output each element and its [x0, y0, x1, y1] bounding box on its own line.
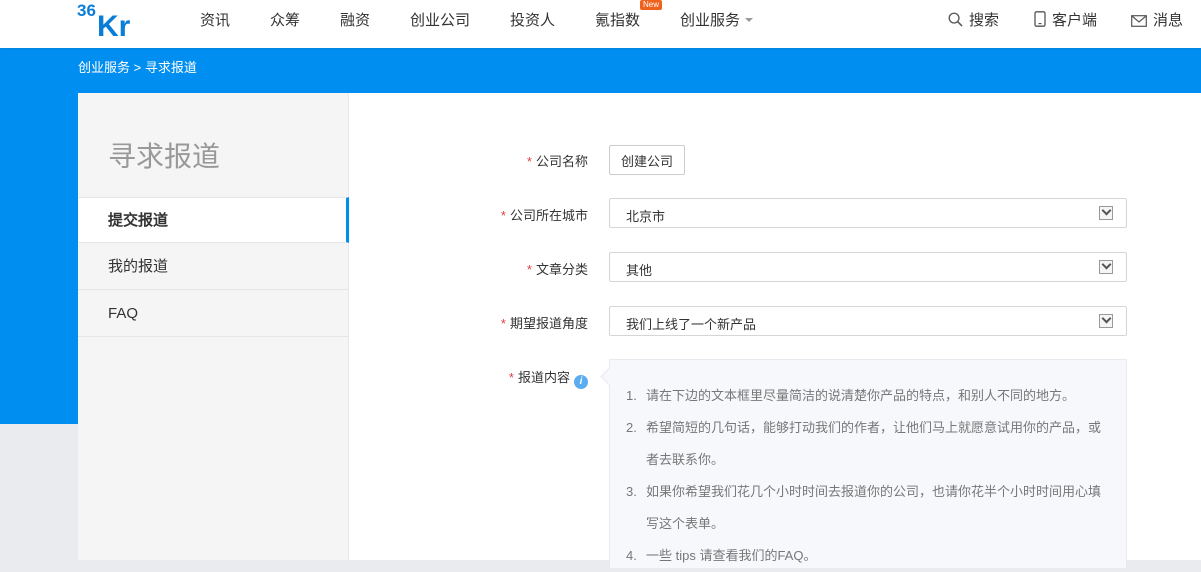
dropdown-arrow-icon [1099, 260, 1113, 274]
nav-item-financing[interactable]: 融资 [340, 9, 370, 30]
category-select[interactable]: 其他 [609, 252, 1127, 282]
tip-item: 2. 希望简短的几句话，能够打动我们的作者，让他们马上就愿意试用你的产品，或者去联… [626, 420, 1102, 467]
tip-item: 3. 如果你希望我们花几个小时时间去报道你的公司，也请你花半个小时时间用心填写这个… [626, 484, 1102, 531]
breadcrumb-current: 寻求报道 [144, 60, 197, 75]
client-app-button[interactable]: 客户端 [1034, 9, 1097, 30]
create-company-button[interactable]: 创建公司 [609, 145, 685, 175]
nav-item-investors[interactable]: 投资人 [510, 9, 555, 30]
sidebar-title: 寻求报道 [108, 141, 221, 172]
company-name-label: * 公司名称 [526, 154, 588, 169]
sidebar-item-my-reports[interactable]: 我的报道 [78, 244, 348, 290]
top-header: 36 Kr 资讯 众筹 融资 创业公司 投资人 氪指数 New 创业服务 搜索 … [0, 0, 1201, 48]
phone-icon [1034, 11, 1046, 27]
search-button[interactable]: 搜索 [948, 9, 999, 30]
tip-item: 4. 一些 tips 请查看我们的FAQ。 [626, 548, 817, 563]
messages-button[interactable]: 消息 [1131, 9, 1183, 30]
nav-item-kr-index[interactable]: 氪指数 New [595, 0, 663, 30]
search-icon [948, 12, 963, 27]
city-select[interactable]: 北京市 [609, 198, 1127, 228]
sidebar-item-submit-report[interactable]: 提交报道 [78, 197, 349, 243]
nav-item-startups[interactable]: 创业公司 [410, 9, 470, 30]
report-angle-select[interactable]: 我们上线了一个新产品 [609, 306, 1127, 336]
sidebar-item-faq[interactable]: FAQ [78, 291, 348, 337]
nav-item-crowdfunding[interactable]: 众筹 [270, 9, 300, 30]
svg-text:36: 36 [77, 1, 96, 20]
breadcrumb-parent[interactable]: 创业服务 [78, 60, 130, 75]
breadcrumb-separator: > [133, 60, 142, 75]
new-badge: New [640, 0, 663, 10]
tip-item: 1. 请在下边的文本框里尽量简洁的说清楚你产品的特点，和别人不同的地方。 [626, 388, 1076, 403]
nav-item-news[interactable]: 资讯 [200, 9, 230, 30]
dropdown-arrow-icon [1099, 206, 1113, 220]
site-logo[interactable]: 36 Kr [77, 0, 141, 43]
breadcrumb: 创业服务 > 寻求报道 [78, 57, 197, 76]
sidebar: 寻求报道 提交报道 我的报道 FAQ [78, 93, 349, 560]
chevron-down-icon [745, 18, 754, 23]
main-card: 寻求报道 提交报道 我的报道 FAQ * 公司名称 创建公司 * 公司所在城市 北京… [78, 93, 1201, 569]
dropdown-arrow-icon [1099, 314, 1113, 328]
article-category-label: * 文章分类 [526, 262, 588, 277]
info-icon[interactable]: i [574, 375, 588, 389]
svg-text:Kr: Kr [97, 10, 131, 40]
nav-item-startup-services[interactable]: 创业服务 [680, 9, 754, 30]
report-content-label: * 报道内容 i [368, 367, 588, 389]
report-tips-box: 1. 请在下边的文本框里尽量简洁的说清楚你产品的特点，和别人不同的地方。 2. 希望… [609, 359, 1127, 569]
company-city-label: * 公司所在城市 [500, 208, 588, 223]
tips-list: 1. 请在下边的文本框里尽量简洁的说清楚你产品的特点，和别人不同的地方。 2. 希望… [626, 380, 1106, 572]
mail-icon [1131, 15, 1147, 27]
report-angle-label: * 期望报道角度 [500, 316, 588, 331]
